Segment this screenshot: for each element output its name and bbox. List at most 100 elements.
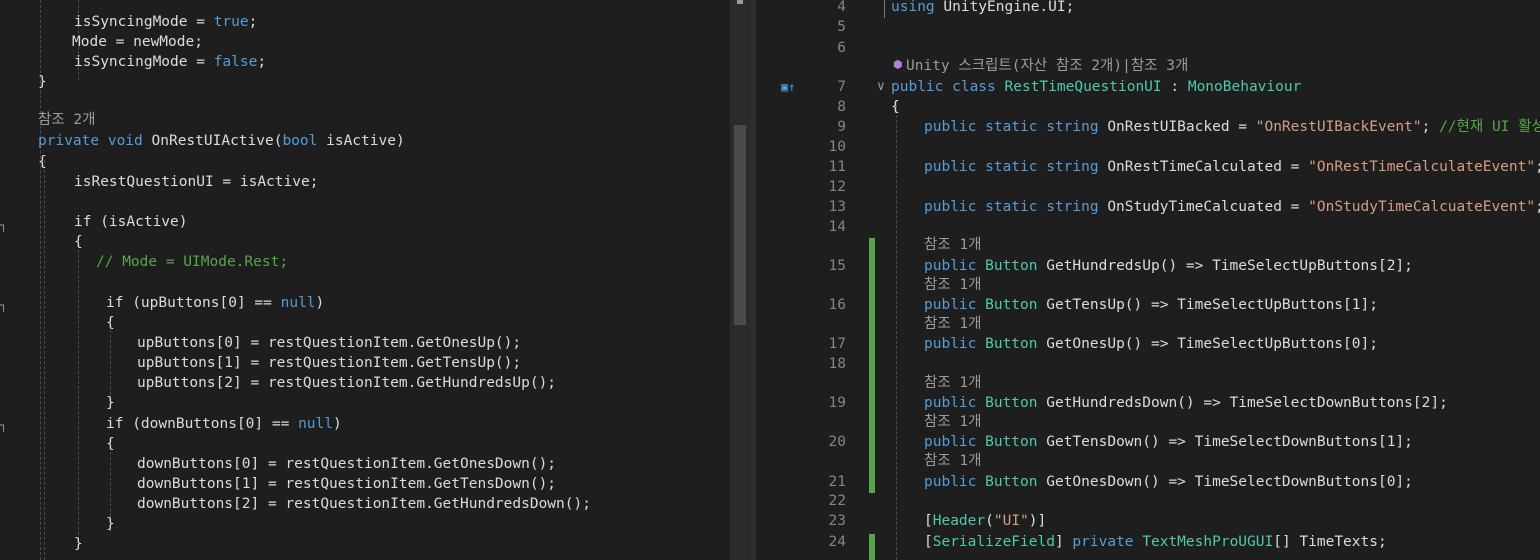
code-token: ; bbox=[1535, 159, 1540, 175]
right-line[interactable]: 11 public static string OnRestTimeCalcula… bbox=[756, 157, 1540, 177]
codelens-reference[interactable]: 참조 1개 bbox=[924, 237, 981, 253]
right-line[interactable]: 6 bbox=[756, 38, 1540, 58]
code-token: GetOnesDown() => TimeSelectDownButtons[0… bbox=[1037, 474, 1413, 490]
right-line[interactable]: 참조 1개 bbox=[756, 373, 1540, 393]
left-line[interactable]: { bbox=[0, 434, 730, 454]
code-token: OnRestTimeCalculated = bbox=[1107, 159, 1309, 175]
code-token: GetHundredsDown() => TimeSelectDownButto… bbox=[1037, 395, 1448, 411]
codelens-reference[interactable]: 참조 1개 bbox=[924, 375, 981, 391]
code-text: [Header("UI")] bbox=[924, 511, 1046, 531]
scrollbar-thumb[interactable] bbox=[734, 125, 746, 325]
left-line[interactable]: Mode = newMode; bbox=[0, 32, 730, 52]
code-token: { bbox=[74, 234, 83, 250]
line-number: 12 bbox=[828, 179, 846, 195]
code-text: { bbox=[74, 232, 83, 252]
right-line[interactable]: 참조 1개 bbox=[756, 314, 1540, 334]
code-token: OnRestUIBacked = bbox=[1107, 119, 1256, 135]
right-line[interactable]: 참조 1개 bbox=[756, 451, 1540, 471]
code-text: isSyncingMode = false; bbox=[74, 52, 266, 72]
codelens-reference[interactable]: 참조 1개 bbox=[924, 414, 981, 430]
left-line[interactable] bbox=[0, 92, 730, 112]
code-token: GetTensDown() => TimeSelectDownButtons[1… bbox=[1037, 434, 1413, 450]
code-token: ] bbox=[1054, 534, 1073, 550]
right-line[interactable]: 8{ bbox=[756, 97, 1540, 117]
left-line[interactable] bbox=[0, 272, 730, 292]
left-line[interactable]: downButtons[2] = restQuestionItem.GetHun… bbox=[0, 494, 730, 514]
code-token: if (isActive) bbox=[74, 214, 188, 230]
line-number: 22 bbox=[828, 493, 846, 509]
left-line[interactable]: isRestQuestionUI = isActive; bbox=[0, 172, 730, 192]
left-vertical-scrollbar[interactable] bbox=[730, 0, 750, 560]
right-line[interactable]: 22 bbox=[756, 491, 1540, 511]
left-line[interactable]: upButtons[0] = restQuestionItem.GetOnesU… bbox=[0, 333, 730, 353]
left-line[interactable]: if (upButtons[0] == null) bbox=[0, 293, 730, 313]
left-line[interactable]: } bbox=[0, 393, 730, 413]
code-token: OnRestUIActive( bbox=[151, 133, 283, 149]
right-line[interactable]: 참조 1개 bbox=[756, 275, 1540, 295]
left-line[interactable]: } bbox=[0, 72, 730, 92]
right-line[interactable]: 20 public Button GetTensDown() => TimeSel… bbox=[756, 432, 1540, 452]
left-line[interactable]: downButtons[1] = restQuestionItem.GetTen… bbox=[0, 474, 730, 494]
right-line[interactable]: Unity 스크립트(자산 참조 2개)|참조 3개 bbox=[756, 56, 1540, 76]
codelens-reference[interactable]: 참조 1개 bbox=[924, 277, 981, 293]
code-text: private void OnRestUIActive(bool isActiv… bbox=[38, 131, 405, 151]
right-line[interactable]: 9 public static string OnRestUIBacked = "… bbox=[756, 117, 1540, 137]
left-line[interactable]: downButtons[0] = restQuestionItem.GetOne… bbox=[0, 454, 730, 474]
left-line[interactable]: isSyncingMode = true; bbox=[0, 12, 730, 32]
left-line[interactable]: } bbox=[0, 534, 730, 554]
right-line[interactable]: 참조 1개 bbox=[756, 412, 1540, 432]
scroll-up-arrow-icon[interactable] bbox=[737, 0, 743, 4]
code-token: downButtons[2] = restQuestionItem.GetHun… bbox=[137, 496, 591, 512]
codelens-reference[interactable]: 참조 1개 bbox=[924, 453, 981, 469]
right-line[interactable]: 19 public Button GetHundredsDown() => Tim… bbox=[756, 393, 1540, 413]
left-line[interactable]: isSyncingMode = false; bbox=[0, 52, 730, 72]
code-text: public static string OnRestTimeCalculate… bbox=[924, 157, 1540, 177]
code-text: if (downButtons[0] == null) bbox=[106, 414, 342, 434]
left-line[interactable]: { bbox=[0, 152, 730, 172]
right-line[interactable]: 17 public Button GetOnesUp() => TimeSelec… bbox=[756, 334, 1540, 354]
codelens-reference[interactable]: 참조 1개 bbox=[924, 316, 981, 332]
right-line[interactable]: 15 public Button GetHundredsUp() => TimeS… bbox=[756, 256, 1540, 276]
right-line[interactable]: 24 [SerializeField] private TextMeshProUG… bbox=[756, 532, 1540, 552]
code-text: { bbox=[106, 313, 115, 333]
right-line[interactable]: 13 public static string OnStudyTimeCalcua… bbox=[756, 197, 1540, 217]
left-line[interactable] bbox=[0, 192, 730, 212]
line-number: 15 bbox=[828, 258, 846, 274]
code-token: string bbox=[1046, 159, 1108, 175]
right-line[interactable]: 7 public class RestTimeQuestionUI : MonoB… bbox=[756, 77, 1540, 97]
right-line[interactable]: 23 [Header("UI")] bbox=[756, 511, 1540, 531]
left-line[interactable]: private void OnRestUIActive(bool isActiv… bbox=[0, 131, 730, 151]
right-line[interactable]: 5 bbox=[756, 17, 1540, 37]
right-line[interactable]: 18 bbox=[756, 354, 1540, 374]
left-line[interactable]: if (isActive) bbox=[0, 212, 730, 232]
code-text: upButtons[0] = restQuestionItem.GetOnesU… bbox=[137, 333, 521, 353]
right-line[interactable]: 4 using UnityEngine.UI; bbox=[756, 0, 1540, 17]
right-line[interactable]: 참조 1개 bbox=[756, 235, 1540, 255]
codelens-reference[interactable]: Unity 스크립트(자산 참조 2개)|참조 3개 bbox=[906, 58, 1188, 74]
left-line[interactable]: { bbox=[0, 313, 730, 333]
codelens-reference[interactable]: 참조 2개 bbox=[38, 112, 95, 128]
right-line[interactable]: 14 bbox=[756, 217, 1540, 237]
code-token: RestTimeQuestionUI bbox=[1004, 79, 1162, 95]
right-line[interactable]: 12 bbox=[756, 177, 1540, 197]
line-number: 17 bbox=[828, 336, 846, 352]
code-token: GetOnesUp() => TimeSelectUpButtons[0]; bbox=[1037, 336, 1378, 352]
right-line[interactable]: 21 public Button GetOnesDown() => TimeSel… bbox=[756, 472, 1540, 492]
left-editor-pane[interactable]: ┐ ┐ ┐ isSyncingMode = true; Mode = newMod… bbox=[0, 0, 730, 560]
left-line[interactable]: 참조 2개 bbox=[0, 110, 730, 130]
code-token: private bbox=[38, 133, 108, 149]
code-text: upButtons[2] = restQuestionItem.GetHundr… bbox=[137, 373, 556, 393]
code-text: Mode = newMode; bbox=[72, 32, 203, 52]
left-line[interactable]: } bbox=[0, 514, 730, 534]
right-line[interactable]: 10 bbox=[756, 137, 1540, 157]
left-line[interactable]: if (downButtons[0] == null) bbox=[0, 414, 730, 434]
code-text: 참조 1개 bbox=[924, 314, 981, 334]
code-token: [ bbox=[924, 534, 933, 550]
code-token: Button bbox=[985, 336, 1038, 352]
left-line[interactable]: { bbox=[0, 232, 730, 252]
left-line[interactable]: upButtons[2] = restQuestionItem.GetHundr… bbox=[0, 373, 730, 393]
left-line[interactable]: // Mode = UIMode.Rest; bbox=[0, 252, 730, 272]
left-line[interactable]: upButtons[1] = restQuestionItem.GetTensU… bbox=[0, 353, 730, 373]
right-line[interactable]: 16 public Button GetTensUp() => TimeSelec… bbox=[756, 295, 1540, 315]
right-editor-pane[interactable]: ▣↑ ∨ ⬢ 4 using UnityEngine.UI; 5 6 Unity 스크립… bbox=[756, 0, 1540, 560]
